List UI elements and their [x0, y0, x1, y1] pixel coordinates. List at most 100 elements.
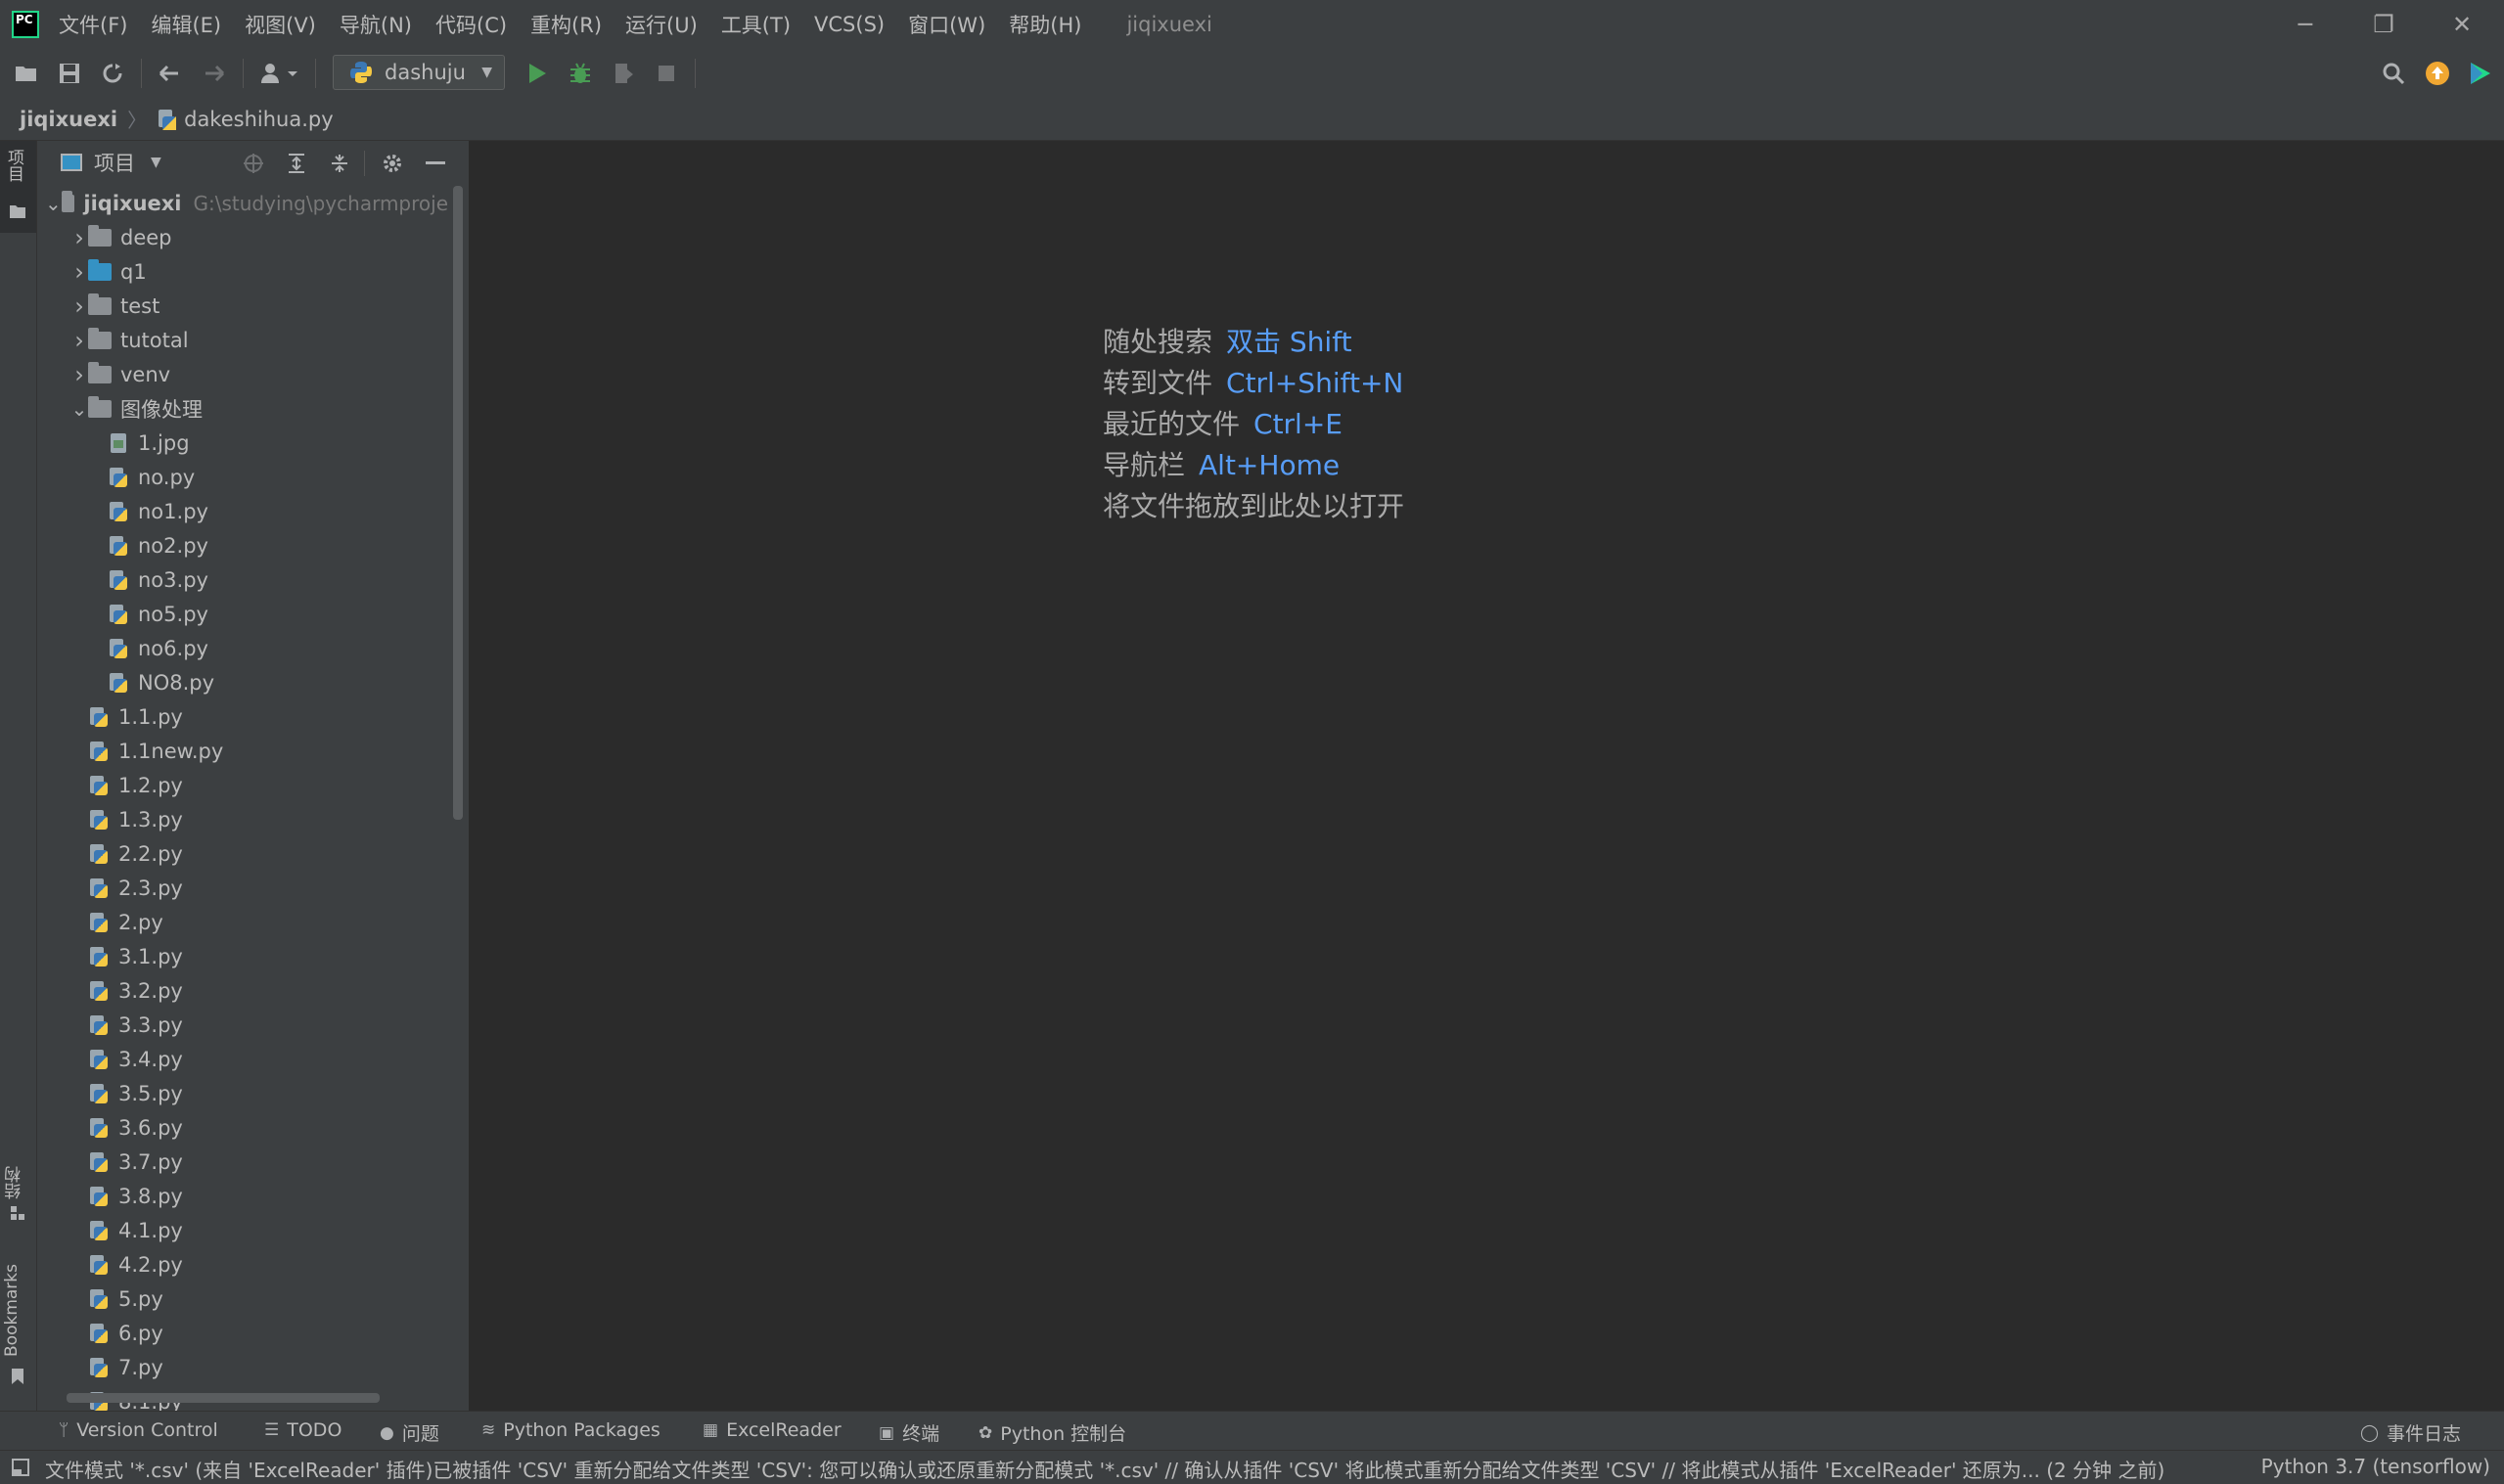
tree-horizontal-scrollbar[interactable] — [67, 1393, 380, 1403]
tree-file-item[interactable]: no1.py — [37, 494, 448, 528]
tree-file-item[interactable]: 4.2.py — [37, 1247, 448, 1282]
tree-file-item[interactable]: 3.5.py — [37, 1076, 448, 1110]
bottom-tab[interactable]: ≋ Python Packages — [481, 1419, 660, 1441]
tree-file-item[interactable]: no6.py — [37, 631, 448, 665]
tree-file-item[interactable]: no.py — [37, 460, 448, 494]
search-icon[interactable] — [2381, 61, 2406, 86]
menu-item[interactable]: VCS(S) — [814, 13, 885, 36]
restore-button[interactable]: ❐ — [2345, 0, 2423, 49]
tree-file-item[interactable]: no5.py — [37, 597, 448, 631]
chevron-right-icon[interactable]: › — [70, 292, 88, 320]
save-icon[interactable] — [57, 61, 82, 86]
forward-arrow-icon[interactable] — [202, 61, 227, 86]
tree-file-item[interactable]: 3.1.py — [37, 939, 448, 973]
tree-file-item[interactable]: 5.py — [37, 1282, 448, 1316]
tree-file-item[interactable]: 1.2.py — [37, 768, 448, 802]
bottom-tab[interactable]: ☰ TODO — [264, 1419, 341, 1441]
editor-empty-area[interactable]: 随处搜索 双击 Shift 转到文件 Ctrl+Shift+N 最近的文件 Ctrl+E 导… — [471, 141, 2504, 1411]
stop-icon[interactable] — [654, 61, 679, 86]
collapse-all-icon[interactable] — [327, 151, 352, 176]
tree-file-item[interactable]: 2.2.py — [37, 836, 448, 871]
debug-icon[interactable] — [568, 61, 593, 86]
event-log-tab[interactable]: ◯ 事件日志 — [2360, 1419, 2461, 1446]
run-configuration-selector[interactable]: dashuju ▼ — [333, 55, 505, 90]
tree-file-item[interactable]: 2.3.py — [37, 871, 448, 905]
back-arrow-icon[interactable] — [157, 61, 182, 86]
tree-file-item[interactable]: 3.2.py — [37, 973, 448, 1008]
toggle-tool-windows-icon[interactable] — [12, 1459, 29, 1476]
user-icon[interactable] — [258, 61, 303, 86]
bottom-tab[interactable]: ● 问题 — [380, 1419, 439, 1446]
update-icon[interactable] — [2425, 61, 2450, 86]
menu-item[interactable]: 重构(R) — [530, 10, 602, 39]
run-icon[interactable] — [524, 61, 550, 86]
chevron-down-icon[interactable]: ⌄ — [70, 397, 88, 421]
project-panel-title[interactable]: 项目 — [94, 148, 135, 177]
hint-shortcut[interactable]: Ctrl+E — [1253, 408, 1343, 440]
open-folder-icon[interactable] — [14, 61, 39, 86]
tree-file-item[interactable]: 1.jpg — [37, 426, 448, 460]
menu-item[interactable]: 运行(U) — [625, 10, 698, 39]
python-interpreter-indicator[interactable]: Python 3.7 (tensorflow) — [2261, 1455, 2490, 1478]
tree-file-item[interactable]: 3.6.py — [37, 1110, 448, 1145]
menu-item[interactable]: 文件(F) — [59, 10, 127, 39]
gear-icon[interactable] — [380, 151, 405, 176]
chevron-right-icon[interactable]: › — [70, 361, 88, 388]
tree-file-item[interactable]: 2.py — [37, 905, 448, 939]
hint-shortcut[interactable]: 双击 Shift — [1226, 326, 1352, 358]
bottom-tab[interactable]: ᛘ Version Control — [59, 1419, 218, 1441]
menu-item[interactable]: 工具(T) — [721, 10, 791, 39]
chevron-right-icon[interactable]: › — [70, 224, 88, 251]
tree-file-item[interactable]: 1.3.py — [37, 802, 448, 836]
tree-file-item[interactable]: 1.1new.py — [37, 734, 448, 768]
chevron-down-icon[interactable]: ⌄ — [45, 192, 62, 215]
tree-file-item[interactable]: 7.py — [37, 1350, 448, 1384]
tree-folder-item[interactable]: › tutotal — [37, 323, 448, 357]
chevron-right-icon[interactable]: › — [70, 258, 88, 286]
breadcrumb-project[interactable]: jiqixuexi — [20, 108, 117, 131]
menu-item[interactable]: 代码(C) — [435, 10, 507, 39]
bottom-tab[interactable]: ▣ 终端 — [879, 1419, 939, 1446]
tree-root-project[interactable]: ⌄ jiqixuexi G:\studying\pycharmproje — [37, 186, 448, 220]
tree-file-item[interactable]: 6.py — [37, 1316, 448, 1350]
menu-item[interactable]: 帮助(H) — [1009, 10, 1081, 39]
structure-tool-tab[interactable]: 结构 — [2, 1166, 26, 1199]
tree-file-item[interactable]: 3.8.py — [37, 1179, 448, 1213]
chevron-down-icon[interactable]: ▼ — [151, 155, 161, 170]
tree-file-item[interactable]: 3.3.py — [37, 1008, 448, 1042]
bookmarks-tool-tab[interactable]: Bookmarks — [2, 1264, 22, 1357]
hint-shortcut[interactable]: Ctrl+Shift+N — [1226, 367, 1403, 399]
tree-file-item[interactable]: 1.1.py — [37, 699, 448, 734]
tree-folder-item[interactable]: › venv — [37, 357, 448, 391]
tree-file-item[interactable]: NO8.py — [37, 665, 448, 699]
toolbox-icon[interactable] — [2468, 61, 2493, 86]
locate-icon[interactable] — [241, 151, 266, 176]
bottom-tab[interactable]: ✿ Python 控制台 — [979, 1419, 1126, 1446]
sync-icon[interactable] — [100, 61, 125, 86]
chevron-right-icon[interactable]: › — [70, 327, 88, 354]
hide-panel-icon[interactable] — [423, 151, 448, 176]
project-tool-tab[interactable]: 项目 — [0, 141, 36, 233]
menu-item[interactable]: 窗口(W) — [908, 10, 985, 39]
tree-folder-item[interactable]: ⌄ 图像处理 — [37, 391, 448, 426]
menu-item[interactable]: 导航(N) — [340, 10, 412, 39]
bottom-tab[interactable]: ▦ ExcelReader — [703, 1419, 842, 1441]
tree-file-item[interactable]: no3.py — [37, 562, 448, 597]
status-message[interactable]: 文件模式 '*.csv' (来自 'ExcelReader' 插件)已被插件 '… — [45, 1455, 2198, 1483]
minimize-button[interactable]: ─ — [2266, 0, 2345, 49]
tree-folder-item[interactable]: › test — [37, 289, 448, 323]
hint-shortcut[interactable]: Alt+Home — [1199, 449, 1340, 481]
tree-file-item[interactable]: 4.1.py — [37, 1213, 448, 1247]
tree-folder-item[interactable]: › q1 — [37, 254, 448, 289]
breadcrumb-file[interactable]: dakeshihua.py — [184, 108, 334, 131]
tree-folder-item[interactable]: › deep — [37, 220, 448, 254]
tree-file-item[interactable]: 3.7.py — [37, 1145, 448, 1179]
tree-file-item[interactable]: 3.4.py — [37, 1042, 448, 1076]
menu-item[interactable]: 视图(V) — [245, 10, 316, 39]
coverage-icon[interactable] — [611, 61, 636, 86]
expand-all-icon[interactable] — [284, 151, 309, 176]
close-button[interactable]: ✕ — [2423, 0, 2501, 49]
menu-item[interactable]: 编辑(E) — [151, 10, 221, 39]
tree-file-item[interactable]: no2.py — [37, 528, 448, 562]
tree-vertical-scrollbar[interactable] — [453, 186, 463, 820]
